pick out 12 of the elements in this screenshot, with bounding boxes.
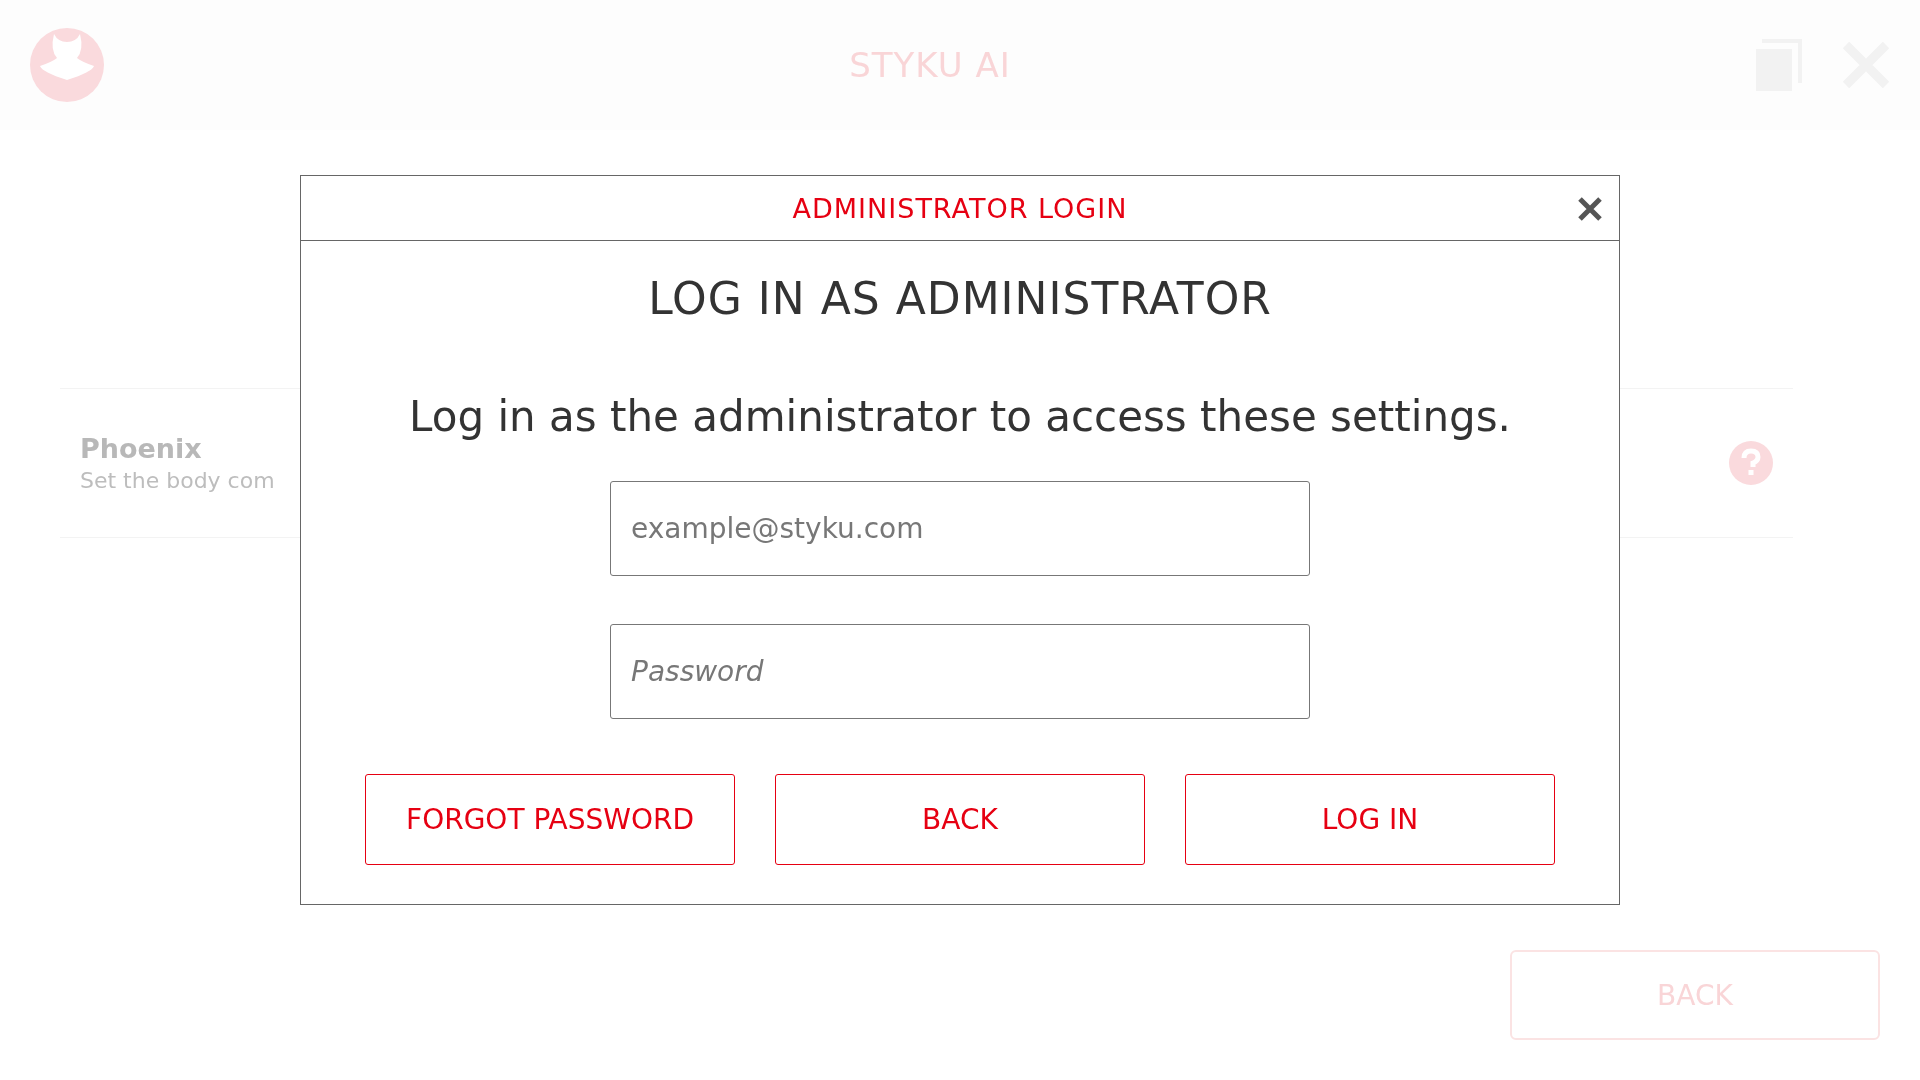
dialog-message: Log in as the administrator to access these settings. — [409, 392, 1511, 441]
dialog-button[interactable]: BACK — [775, 774, 1145, 865]
help-icon[interactable] — [1729, 441, 1773, 485]
dialog-button[interactable]: LOG IN — [1185, 774, 1555, 865]
logo-icon — [30, 28, 104, 102]
setting-description: Set the body com — [80, 468, 276, 493]
password-field[interactable]: Password — [610, 624, 1310, 719]
dialog-title: ADMINISTRATOR LOGIN — [792, 192, 1128, 224]
dialog-heading: LOG IN AS ADMINISTRATOR — [648, 273, 1272, 324]
email-field[interactable]: example@styku.com — [610, 481, 1310, 576]
setting-title: Phoenix — [80, 433, 203, 464]
dialog-button[interactable]: FORGOT PASSWORD — [365, 774, 735, 865]
